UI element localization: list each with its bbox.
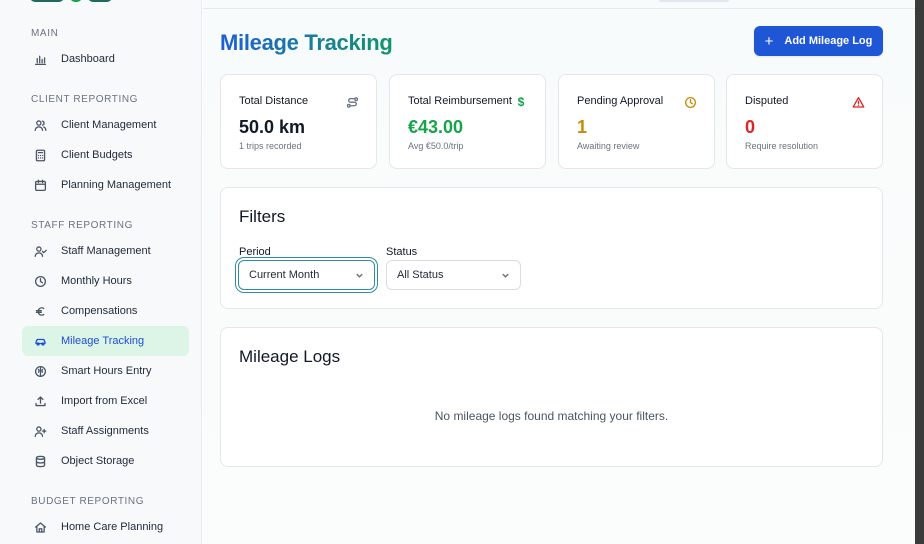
stat-title: Total Reimbursement bbox=[408, 95, 512, 107]
stat-value: €43.00 bbox=[408, 117, 464, 137]
calculator-icon bbox=[33, 148, 47, 162]
stat-card-pending-approval: Pending Approval 1 Awaiting review bbox=[558, 74, 715, 169]
stat-title: Total Distance bbox=[239, 95, 309, 107]
bar-chart-icon bbox=[33, 52, 47, 66]
filters-panel: Filters Period Current Month Status All … bbox=[220, 187, 883, 309]
window-edge bbox=[915, 0, 924, 544]
home-icon bbox=[33, 520, 47, 534]
status-select-value: All Status bbox=[397, 269, 444, 281]
status-label: Status bbox=[386, 246, 418, 258]
user-check-icon bbox=[33, 244, 47, 258]
add-mileage-log-button[interactable]: + Add Mileage Log bbox=[754, 26, 883, 56]
alert-triangle-icon bbox=[851, 95, 865, 109]
period-label: Period bbox=[239, 246, 271, 258]
sidebar-item-dashboard[interactable]: Dashboard bbox=[22, 44, 189, 74]
sidebar-item-client-budgets[interactable]: Client Budgets bbox=[22, 140, 189, 170]
sidebar-item-staff-assignments[interactable]: Staff Assignments bbox=[22, 416, 189, 446]
sidebar-item-compensations[interactable]: Compensations bbox=[22, 296, 189, 326]
section-label-budget-reporting: BUDGET REPORTING bbox=[31, 496, 145, 507]
period-select[interactable]: Current Month bbox=[238, 260, 375, 290]
sidebar-item-label: Home Care Planning bbox=[61, 521, 164, 533]
clock-icon bbox=[683, 95, 697, 109]
users-icon bbox=[33, 118, 47, 132]
sidebar-item-mileage-tracking[interactable]: Mileage Tracking bbox=[22, 326, 189, 356]
dollar-icon: $ bbox=[517, 95, 525, 109]
sidebar-item-label: Client Budgets bbox=[61, 149, 133, 161]
mileage-logs-panel: Mileage Logs No mileage logs found match… bbox=[220, 327, 883, 467]
sidebar-item-smart-hours-entry[interactable]: Smart Hours Entry bbox=[22, 356, 189, 386]
sidebar-item-label: Monthly Hours bbox=[61, 275, 132, 287]
page-title: Mileage Tracking bbox=[220, 30, 393, 55]
header-control bbox=[659, 0, 729, 2]
user-plus-icon bbox=[33, 424, 47, 438]
status-select[interactable]: All Status bbox=[386, 260, 521, 290]
sidebar-item-home-care-planning[interactable]: Home Care Planning bbox=[22, 512, 189, 542]
stat-value: 1 bbox=[577, 117, 588, 137]
stat-subtext: Avg €50.0/trip bbox=[408, 141, 464, 151]
sidebar-item-label: Object Storage bbox=[61, 455, 135, 467]
sidebar-item-label: Planning Management bbox=[61, 179, 172, 191]
sidebar-item-client-management[interactable]: Client Management bbox=[22, 110, 189, 140]
sidebar-item-label: Client Management bbox=[61, 119, 157, 131]
stat-card-total-reimbursement: Total Reimbursement $ €43.00 Avg €50.0/t… bbox=[389, 74, 546, 169]
header-divider bbox=[203, 8, 915, 9]
sidebar-item-label: Mileage Tracking bbox=[61, 335, 145, 347]
stat-subtext: Require resolution bbox=[745, 141, 819, 151]
stat-title: Pending Approval bbox=[577, 95, 664, 107]
route-icon bbox=[345, 95, 359, 109]
sidebar-item-label: Dashboard bbox=[61, 53, 115, 65]
brain-icon bbox=[33, 364, 47, 378]
section-label-client-reporting: CLIENT REPORTING bbox=[31, 94, 139, 105]
chevron-down-icon bbox=[355, 271, 364, 280]
plus-icon: + bbox=[764, 32, 774, 50]
stat-title: Disputed bbox=[745, 95, 789, 107]
sidebar-item-label: Import from Excel bbox=[61, 395, 148, 407]
sidebar-item-staff-management[interactable]: Staff Management bbox=[22, 236, 189, 266]
stat-subtext: Awaiting review bbox=[577, 141, 640, 151]
section-label-main: MAIN bbox=[31, 28, 59, 39]
add-button-label: Add Mileage Log bbox=[784, 35, 873, 47]
clock-icon bbox=[33, 274, 47, 288]
stat-value: 0 bbox=[745, 117, 756, 137]
database-icon bbox=[33, 454, 47, 468]
upload-icon bbox=[33, 394, 47, 408]
sidebar-item-label: Compensations bbox=[61, 305, 138, 317]
stat-subtext: 1 trips recorded bbox=[239, 141, 302, 151]
sidebar-item-planning-management[interactable]: Planning Management bbox=[22, 170, 189, 200]
section-label-staff-reporting: STAFF REPORTING bbox=[31, 220, 133, 231]
chevron-down-icon bbox=[501, 271, 510, 280]
sidebar-item-object-storage[interactable]: Object Storage bbox=[22, 446, 189, 476]
stat-value: 50.0 km bbox=[239, 117, 306, 137]
sidebar-item-import-from-excel[interactable]: Import from Excel bbox=[22, 386, 189, 416]
mileage-logs-title: Mileage Logs bbox=[239, 347, 341, 366]
stat-card-total-distance: Total Distance 50.0 km 1 trips recorded bbox=[220, 74, 377, 169]
filters-title: Filters bbox=[239, 207, 286, 226]
sidebar-item-monthly-hours[interactable]: Monthly Hours bbox=[22, 266, 189, 296]
stat-card-disputed: Disputed 0 Require resolution bbox=[726, 74, 883, 169]
car-icon bbox=[33, 334, 47, 348]
euro-icon bbox=[33, 304, 47, 318]
empty-state-message: No mileage logs found matching your filt… bbox=[434, 409, 669, 423]
sidebar-item-label: Staff Assignments bbox=[61, 425, 149, 437]
sidebar-item-label: Staff Management bbox=[61, 245, 151, 257]
period-select-value: Current Month bbox=[249, 269, 320, 281]
calendar-icon bbox=[33, 178, 47, 192]
sidebar: MAIN Dashboard CLIENT REPORTING Client M… bbox=[0, 0, 202, 544]
sidebar-item-label: Smart Hours Entry bbox=[61, 365, 152, 377]
